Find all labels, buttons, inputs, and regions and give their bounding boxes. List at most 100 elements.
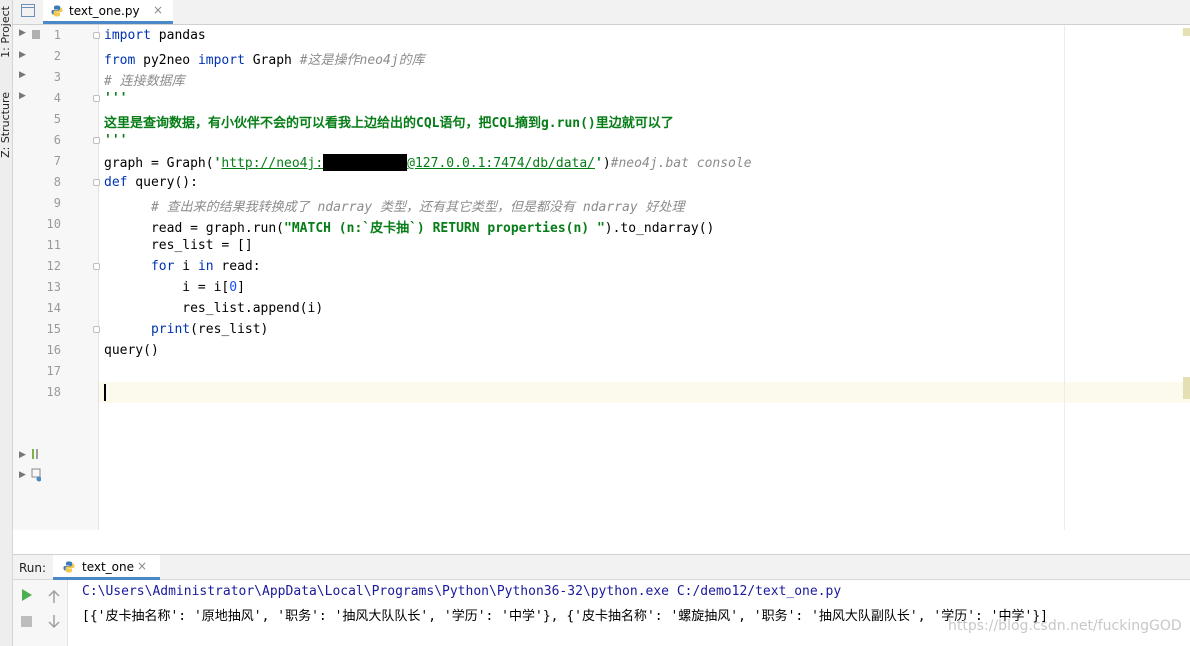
scratches-icon [31,468,41,482]
code-line: for i in read: [104,259,261,274]
line-number: 18 [46,385,61,399]
line-number: 5 [53,112,61,126]
run-label: Run: [19,561,47,575]
line-number: 6 [53,133,61,147]
code-token: #neo4j.bat console [610,156,752,171]
project-tool-tab[interactable]: 1: Project [0,6,12,58]
code-token: ' [595,156,603,171]
expand-arrow-icon[interactable]: ▶ [19,91,26,101]
library-icon [32,449,38,459]
code-token: # 查出来的结果我转换成了 ndarray 类型，还有其它类型，但是都没有 nd… [150,200,685,215]
line-number: 10 [46,217,61,231]
code-token: graph = Graph( [104,156,214,171]
fold-marker-icon[interactable] [93,137,100,144]
code-token: print [150,322,191,337]
line-number: 3 [53,70,61,84]
fold-marker-icon[interactable] [93,326,100,333]
code-token: query(): [127,175,198,190]
code-token: 这里是查询数据，有小伙伴不会的可以看我上边给出的CQL语句，把CQL摘到g.ru… [104,116,674,131]
text-caret [104,384,106,401]
line-number: 11 [46,238,61,252]
structure-tool-tab[interactable]: Z: Structure [0,92,12,158]
code-token: i = i[ [104,280,230,295]
code-token: @127.0.0.1:7474/db/data/ [407,156,595,171]
current-line-highlight [41,382,1190,403]
code-token: pandas [150,28,206,43]
right-margin-guide [1064,25,1065,530]
code-line: ''' [104,91,127,106]
code-line: query() [104,343,159,358]
run-tool-bar: Run: text_one × [13,554,1190,580]
code-line: res_list = [] [104,238,253,253]
code-line: def query(): [104,175,198,190]
tab-title: text_one.py [69,4,140,18]
code-token: (res_list) [190,322,269,337]
expand-arrow-icon[interactable]: ▶ [19,70,26,80]
code-token: in [197,259,214,274]
code-token: ) [602,156,611,171]
folder-icon [32,30,40,39]
fold-marker-icon[interactable] [93,95,100,102]
fold-marker-icon[interactable] [93,32,100,39]
code-line: res_list.append(i) [104,301,323,316]
error-stripe-marker[interactable] [1183,377,1190,399]
line-number: 2 [53,49,61,63]
code-line: import pandas [104,28,206,43]
code-token: 0 [229,280,238,295]
code-token: http://neo4j: [221,156,324,171]
code-editor[interactable] [99,25,1190,530]
fold-marker-icon[interactable] [93,179,100,186]
code-line: graph = Graph( ' http://neo4j: @127.0.0.1:7… [104,154,752,171]
line-number: 16 [46,343,61,357]
code-token: ).to_ndarray() [604,221,715,236]
code-token: py2neo [135,53,198,68]
redacted-credentials [323,154,408,171]
expand-arrow-icon[interactable]: ▶ [19,450,26,460]
code-token: for [150,259,175,274]
line-number: 7 [53,154,61,168]
run-output-line: [{'皮卡抽名称': '原地抽风', '职务': '抽风大队队长', '学历':… [82,609,1048,624]
code-token: import [104,28,151,43]
tab-text-one-py[interactable]: text_one.py × [43,0,173,24]
arrow-down-icon[interactable] [48,614,60,628]
arrow-up-icon[interactable] [48,590,60,604]
expand-arrow-icon[interactable]: ▶ [19,28,26,38]
fold-marker-icon[interactable] [93,263,100,270]
expand-arrow-icon[interactable]: ▶ [19,470,26,480]
panel-toggle-icon[interactable] [21,4,35,17]
code-token: from [104,53,136,68]
stop-icon[interactable] [21,616,32,627]
watermark-text: https://blog.csdn.net/fuckingGOD [948,618,1182,634]
code-token: import [197,53,245,68]
rerun-icon[interactable] [21,589,33,601]
expand-arrow-icon[interactable]: ▶ [19,50,26,60]
code-token: # 连接数据库 [104,74,185,89]
line-number: 4 [53,91,61,105]
code-line: 这里是查询数据，有小伙伴不会的可以看我上边给出的CQL语句，把CQL摘到g.ru… [104,112,674,131]
line-number: 15 [46,322,61,336]
code-token: def [104,175,128,190]
error-stripe-marker[interactable] [1183,28,1190,36]
code-token: res_list = [] [104,238,253,253]
code-token: res_list.append(i) [104,301,324,316]
line-number: 14 [46,301,61,315]
code-line: from py2neo import Graph #这是操作neo4j的库 [104,49,425,68]
code-line: print(res_list) [104,322,268,337]
run-scroll-toolbar [41,580,68,646]
close-icon[interactable]: × [137,559,147,573]
close-icon[interactable]: × [153,3,163,17]
code-line: # 连接数据库 [104,70,185,89]
line-number: 8 [53,175,61,189]
tab-run-text-one[interactable]: text_one × [53,555,160,580]
line-number: 12 [46,259,61,273]
python-file-icon [51,5,63,17]
left-tool-strip: 1: Project Z: Structure [0,0,13,646]
line-number: 17 [46,364,61,378]
python-run-icon [63,561,75,573]
code-token: read: [213,259,261,274]
editor-tab-bar: text_one.py × [13,0,1190,25]
run-tab-title: text_one [82,560,135,574]
